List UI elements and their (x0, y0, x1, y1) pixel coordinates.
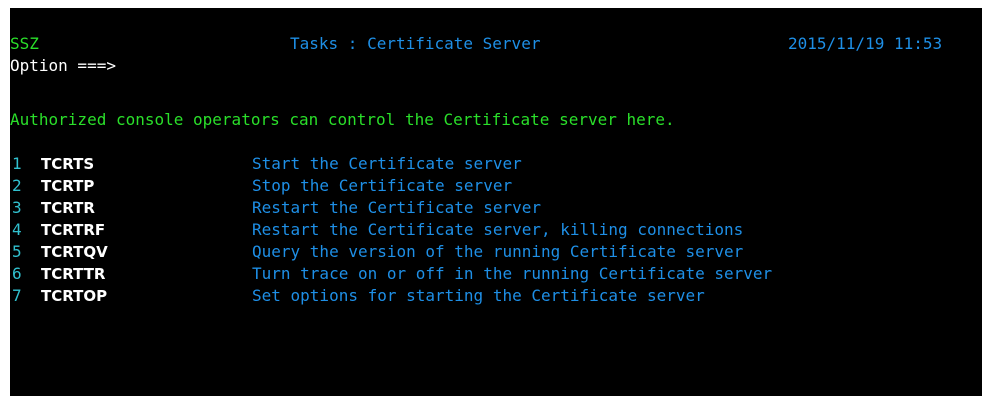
option-command-tcrts[interactable]: TCRTS (41, 153, 94, 175)
option-command-tcrtqv[interactable]: TCRTQV (41, 241, 108, 263)
option-command-tcrttr[interactable]: TCRTTR (41, 263, 105, 285)
command-label: Option ===> (10, 56, 116, 75)
panel-title: Tasks : Certificate Server (290, 34, 541, 53)
option-number: 5 (12, 242, 22, 261)
info-message: Authorized console operators can control… (10, 110, 675, 129)
option-number: 6 (12, 264, 22, 283)
option-number: 1 (12, 154, 22, 173)
option-description[interactable]: Restart the Certificate server, killing … (252, 219, 743, 241)
option-description[interactable]: Restart the Certificate server (252, 197, 541, 219)
option-description[interactable]: Turn trace on or off in the running Cert… (252, 263, 772, 285)
option-number: 7 (12, 286, 22, 305)
option-description[interactable]: Set options for starting the Certificate… (252, 285, 705, 307)
datetime: 2015/11/19 11:53 (788, 34, 943, 53)
option-description[interactable]: Stop the Certificate server (252, 175, 512, 197)
terminal-screen: SSZ Tasks : Certificate Server 2015/11/1… (10, 8, 982, 396)
option-command-tcrtrf[interactable]: TCRTRF (41, 219, 105, 241)
option-command-tcrtop[interactable]: TCRTOP (41, 285, 107, 307)
option-number: 3 (12, 198, 22, 217)
option-command-tcrtp[interactable]: TCRTP (41, 175, 94, 197)
option-number: 2 (12, 176, 22, 195)
system-id: SSZ (10, 34, 39, 53)
option-number: 4 (12, 220, 22, 239)
command-input[interactable] (160, 77, 982, 99)
option-description[interactable]: Query the version of the running Certifi… (252, 241, 743, 263)
command-field-wrap (122, 55, 982, 99)
option-description[interactable]: Start the Certificate server (252, 153, 522, 175)
option-command-tcrtr[interactable]: TCRTR (41, 197, 95, 219)
